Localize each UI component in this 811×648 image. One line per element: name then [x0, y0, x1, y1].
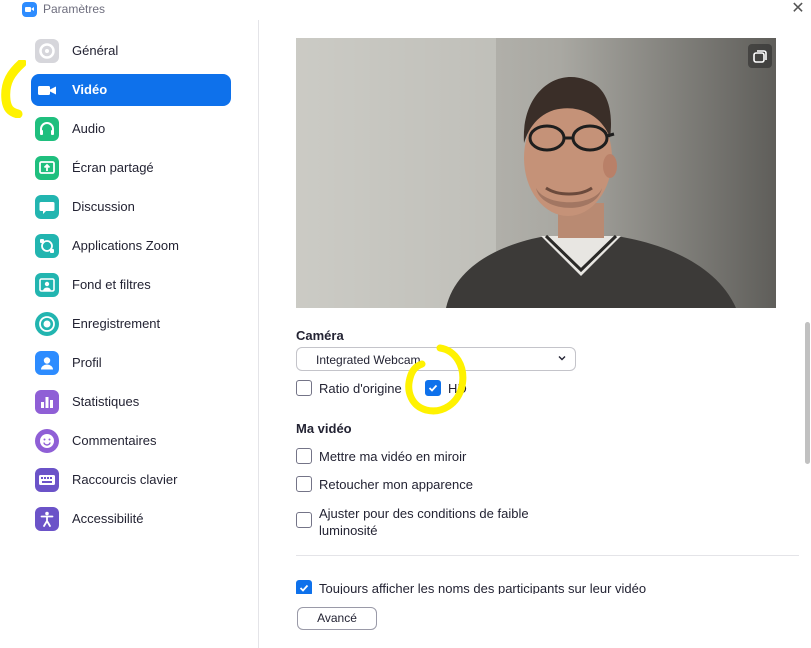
- sidebar-item-feedback[interactable]: Commentaires: [31, 425, 231, 457]
- checkbox-checked[interactable]: [425, 380, 441, 396]
- sidebar-item-label: Écran partagé: [72, 160, 154, 175]
- accessibility-icon: [35, 507, 59, 531]
- sidebar-item-chat[interactable]: Discussion: [31, 191, 231, 223]
- settings-sidebar: Général Vidéo Audio Écran partagé Discus…: [0, 20, 259, 648]
- mirror-video-checkbox[interactable]: Mettre ma vidéo en miroir: [296, 448, 486, 468]
- sidebar-item-label: Statistiques: [72, 394, 140, 409]
- sidebar-item-label: Raccourcis clavier: [72, 472, 178, 487]
- sidebar-item-accessibility[interactable]: Accessibilité: [31, 503, 231, 535]
- checkbox[interactable]: [296, 380, 312, 396]
- checkbox[interactable]: [296, 448, 312, 464]
- sidebar-item-profile[interactable]: Profil: [31, 347, 231, 379]
- chevron-down-icon: [558, 356, 566, 361]
- sidebar-item-label: Général: [72, 43, 119, 58]
- sidebar-item-label: Commentaires: [72, 433, 157, 448]
- my-video-section-title: Ma vidéo: [296, 421, 352, 436]
- original-ratio-label: Ratio d'origine: [319, 381, 402, 396]
- video-preview: [296, 38, 776, 308]
- low-light-label-line1: Ajuster pour des conditions de faible: [319, 506, 529, 521]
- camera-select[interactable]: Integrated Webcam: [296, 347, 576, 371]
- scrollbar-thumb[interactable]: [805, 322, 810, 464]
- sidebar-item-background-filters[interactable]: Fond et filtres: [31, 269, 231, 301]
- checkmark-icon: [299, 584, 309, 592]
- statistics-icon: [35, 390, 59, 414]
- sidebar-item-recording[interactable]: Enregistrement: [31, 308, 231, 340]
- low-light-label-line2: luminosité: [319, 523, 378, 538]
- hd-label: HD: [448, 381, 467, 396]
- window-title: Paramètres: [43, 2, 106, 16]
- low-light-checkbox[interactable]: Ajuster pour des conditions de faible lu…: [296, 506, 556, 548]
- checkmark-icon: [428, 384, 438, 392]
- record-icon: [35, 312, 59, 336]
- sidebar-item-label: Fond et filtres: [72, 277, 151, 292]
- show-participant-names-label: Toujours afficher les noms des participa…: [319, 581, 647, 594]
- background-icon: [35, 273, 59, 297]
- hd-checkbox[interactable]: HD: [425, 380, 475, 400]
- mirror-video-label: Mettre ma vidéo en miroir: [319, 449, 467, 464]
- original-ratio-checkbox[interactable]: Ratio d'origine: [296, 380, 416, 400]
- checkbox[interactable]: [296, 476, 312, 492]
- chat-bubble-icon: [35, 195, 59, 219]
- sidebar-item-label: Profil: [72, 355, 102, 370]
- sidebar-item-label: Enregistrement: [72, 316, 161, 331]
- sidebar-item-audio[interactable]: Audio: [31, 113, 231, 145]
- checkbox[interactable]: [296, 512, 312, 528]
- checkbox-checked[interactable]: [296, 580, 312, 594]
- scrollbar[interactable]: [803, 22, 811, 648]
- touch-up-label: Retoucher mon apparence: [319, 477, 473, 492]
- advanced-button[interactable]: Avancé: [297, 607, 377, 630]
- headphones-icon: [35, 117, 59, 141]
- camera-select-value: Integrated Webcam: [316, 353, 421, 367]
- touch-up-checkbox[interactable]: Retoucher mon apparence: [296, 476, 486, 496]
- gear-icon: [35, 39, 59, 63]
- feedback-icon: [35, 429, 59, 453]
- sidebar-item-label: Audio: [72, 121, 106, 136]
- webcam-image: [296, 38, 776, 308]
- profile-icon: [35, 351, 59, 375]
- sidebar-item-label: Accessibilité: [72, 511, 144, 526]
- sidebar-item-video[interactable]: Vidéo: [31, 74, 231, 106]
- video-camera-icon: [35, 78, 59, 102]
- camera-section-title: Caméra: [296, 328, 344, 343]
- keyboard-icon: [35, 468, 59, 492]
- sidebar-item-zoom-apps[interactable]: Applications Zoom: [31, 230, 231, 262]
- switch-camera-icon: [753, 50, 767, 63]
- show-participant-names-checkbox[interactable]: Toujours afficher les noms des participa…: [296, 580, 666, 594]
- apps-icon: [35, 234, 59, 258]
- title-bar: Paramètres ✕: [0, 0, 811, 20]
- divider: [296, 555, 799, 556]
- highlight-mark: [1, 60, 26, 118]
- sidebar-item-label: Discussion: [72, 199, 135, 214]
- switch-camera-button[interactable]: [748, 44, 772, 68]
- zoom-app-icon: [22, 2, 37, 17]
- sidebar-item-keyboard-shortcuts[interactable]: Raccourcis clavier: [31, 464, 231, 496]
- sidebar-item-share-screen[interactable]: Écran partagé: [31, 152, 231, 184]
- sidebar-item-label: Applications Zoom: [72, 238, 179, 253]
- close-button[interactable]: ✕: [789, 0, 807, 18]
- sidebar-item-label: Vidéo: [72, 82, 108, 97]
- sidebar-item-statistics[interactable]: Statistiques: [31, 386, 231, 418]
- sidebar-item-general[interactable]: Général: [31, 35, 231, 67]
- share-screen-icon: [35, 156, 59, 180]
